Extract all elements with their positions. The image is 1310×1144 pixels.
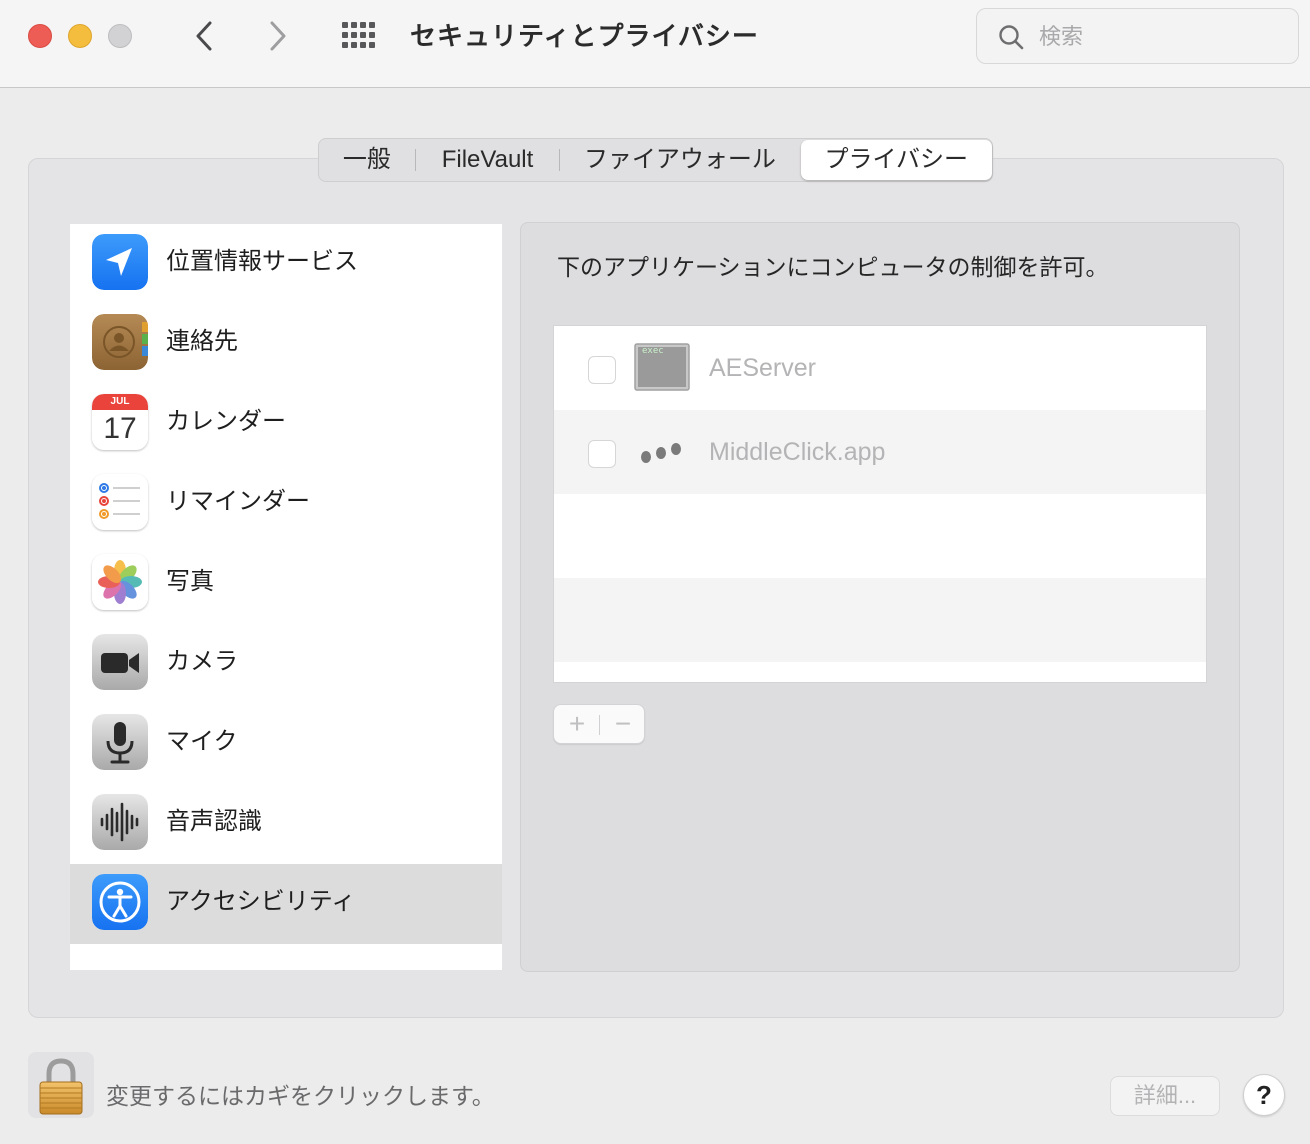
lock-button[interactable] (28, 1052, 94, 1118)
sidebar-item-label: 位置情報サービス (166, 248, 358, 275)
sidebar-item-label: カメラ (166, 648, 238, 675)
sidebar-item-label: 音声認識 (166, 808, 262, 835)
search-icon (999, 25, 1024, 50)
microphone-icon (92, 714, 148, 770)
permission-description: 下のアプリケーションにコンピュータの制御を許可。 (557, 254, 1109, 280)
close-window-button[interactable] (28, 24, 52, 48)
privacy-category-list[interactable]: 位置情報サービス 連絡先 JUL 17 カレンダー リマインダー 写真 カメラ … (70, 224, 502, 970)
grid-icon (342, 22, 375, 48)
sidebar-item-camera[interactable]: カメラ (70, 624, 502, 704)
tab-filevault[interactable]: FileVault (416, 140, 560, 180)
title-bar: セキュリティとプライバシー 検索 (0, 0, 1310, 88)
app-list[interactable]: exec AEServer MiddleClick.app (553, 325, 1207, 683)
window-title: セキュリティとプライバシー (410, 21, 759, 51)
middleclick-dots-icon (634, 427, 690, 475)
sidebar-item-reminders[interactable]: リマインダー (70, 464, 502, 544)
sidebar-item-calendar[interactable]: JUL 17 カレンダー (70, 384, 502, 464)
reminders-icon (92, 474, 148, 530)
sidebar-item-label: 写真 (166, 568, 214, 595)
sidebar-item-label: アクセシビリティ (166, 888, 356, 915)
app-row-aeserver[interactable]: exec AEServer (554, 326, 1206, 410)
forward-button[interactable] (260, 18, 296, 54)
accessibility-icon (92, 874, 148, 930)
photos-icon (92, 554, 148, 610)
show-all-button[interactable] (340, 22, 380, 50)
exec-terminal-icon: exec (634, 343, 690, 391)
lock-hint-text: 変更するにはカギをクリックします。 (106, 1083, 495, 1109)
tab-firewall[interactable]: ファイアウォール (560, 140, 799, 180)
sidebar-item-label: 連絡先 (166, 328, 238, 355)
sidebar-item-label: マイク (166, 728, 238, 755)
contacts-icon (92, 314, 148, 370)
back-button[interactable] (186, 18, 222, 54)
tab-privacy[interactable]: プライバシー (800, 140, 993, 180)
app-name: AEServer (709, 354, 816, 382)
add-remove-control: + − (553, 704, 645, 744)
app-name: MiddleClick.app (709, 438, 886, 466)
sidebar-item-contacts[interactable]: 連絡先 (70, 304, 502, 384)
speech-recognition-icon (92, 794, 148, 850)
add-app-button[interactable]: + (564, 709, 590, 739)
sidebar-item-photos[interactable]: 写真 (70, 544, 502, 624)
button-divider (599, 715, 600, 735)
chevron-left-icon (196, 21, 212, 51)
sidebar-item-accessibility[interactable]: アクセシビリティ (70, 864, 502, 944)
app-checkbox[interactable] (588, 440, 616, 468)
calendar-icon: JUL 17 (92, 394, 148, 450)
sidebar-item-location-services[interactable]: 位置情報サービス (70, 224, 502, 304)
search-field[interactable]: 検索 (976, 8, 1299, 64)
sidebar-item-label: リマインダー (166, 488, 310, 515)
calendar-month: JUL (110, 396, 130, 407)
exec-icon-text: exec (642, 346, 664, 356)
app-row-middleclick[interactable]: MiddleClick.app (554, 410, 1206, 494)
sidebar-item-label: カレンダー (166, 408, 286, 435)
search-placeholder: 検索 (1039, 24, 1084, 49)
sidebar-item-speech-recognition[interactable]: 音声認識 (70, 784, 502, 864)
empty-row (554, 578, 1206, 662)
remove-app-button[interactable]: − (610, 709, 636, 739)
empty-row (554, 494, 1206, 578)
tab-bar: 一般 FileVault ファイアウォール プライバシー (318, 138, 993, 182)
details-button[interactable]: 詳細... (1110, 1076, 1220, 1116)
location-arrow-icon (92, 234, 148, 290)
lock-icon (39, 1058, 83, 1115)
zoom-window-button[interactable] (108, 24, 132, 48)
minimize-window-button[interactable] (68, 24, 92, 48)
tab-general[interactable]: 一般 (319, 140, 415, 180)
calendar-day: 17 (103, 412, 137, 445)
help-button[interactable]: ? (1243, 1074, 1285, 1116)
chevron-right-icon (270, 21, 286, 51)
camera-icon (92, 634, 148, 690)
sidebar-item-microphone[interactable]: マイク (70, 704, 502, 784)
app-checkbox[interactable] (588, 356, 616, 384)
